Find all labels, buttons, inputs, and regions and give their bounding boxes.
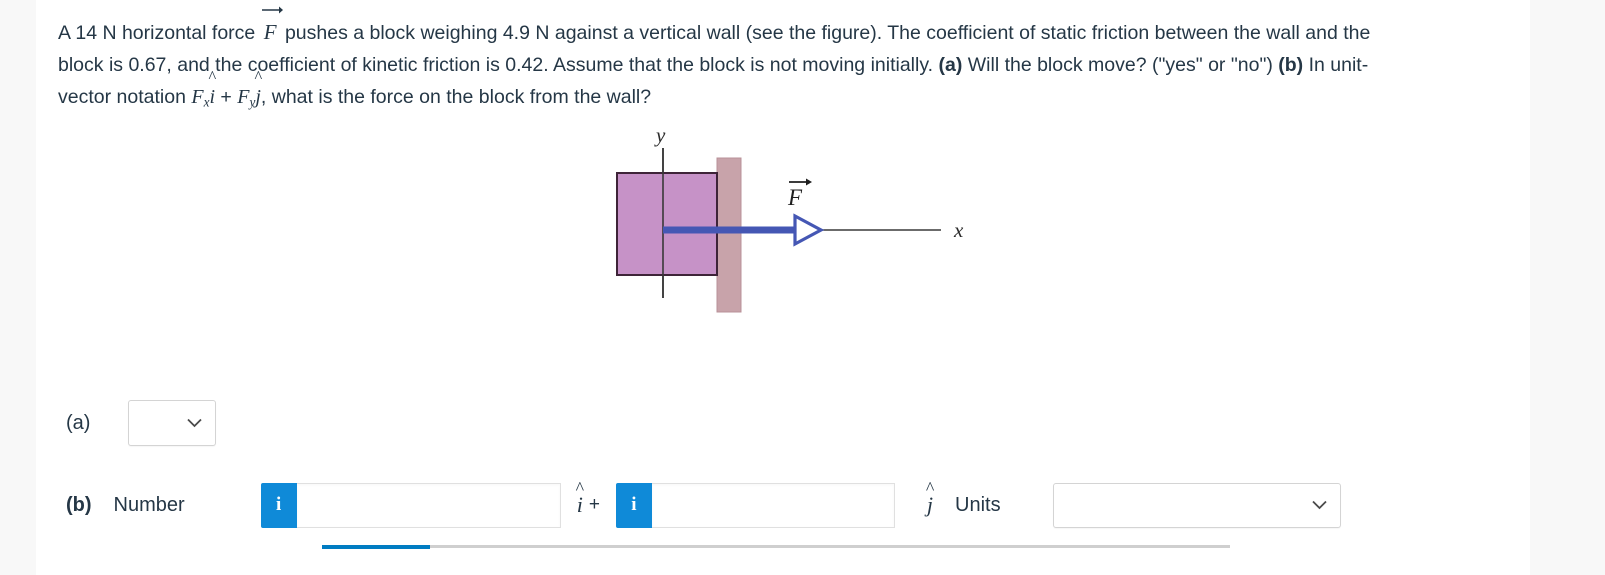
question-segment-3: Will the block move? ("yes" or "no")	[962, 54, 1279, 76]
figure-force-letter: F	[787, 185, 803, 210]
physics-figure: y x F	[596, 120, 996, 320]
units-select-wrapper[interactable]	[1052, 482, 1341, 528]
figure-svg: y x F	[616, 123, 964, 313]
force-vector-letter: F	[263, 20, 277, 44]
i-hat-symbol-2: ^ i	[576, 479, 584, 518]
vector-arrow-overbar	[261, 6, 283, 14]
y-axis-label: y	[654, 123, 666, 147]
question-segment-5: , what is the force on the block from th…	[260, 86, 652, 108]
fy-symbol: F	[237, 86, 250, 108]
force-arrow-head	[793, 213, 825, 247]
left-gutter	[0, 0, 36, 575]
focus-underline-accent	[322, 545, 430, 549]
wall-shape	[716, 157, 742, 313]
fx-symbol: F	[191, 86, 204, 108]
info-icon-y[interactable]: i	[615, 482, 652, 528]
question-segment-1: A 14 N horizontal force	[58, 22, 261, 44]
part-a-inline-label: (a)	[938, 54, 963, 76]
part-a-row: (a)	[66, 400, 217, 446]
part-b-row: (b) Number i ^ i + i ^ j Units	[66, 479, 1341, 530]
units-label: Units	[955, 493, 1001, 516]
part-a-select-wrapper[interactable]	[128, 400, 217, 446]
part-b-label: (b)	[66, 493, 92, 516]
content-pane: A 14 N horizontal force F pushes a block…	[36, 0, 1530, 575]
i-letter: i	[209, 86, 216, 108]
x-axis-label: x	[953, 218, 964, 242]
number-label: Number	[113, 493, 185, 516]
i-hat-separator: ^ i +	[576, 479, 600, 518]
y-component-input-group: i	[615, 482, 895, 528]
part-b-inline-label: (b)	[1278, 54, 1304, 76]
x-component-input-group: i	[260, 482, 561, 528]
hat-accent: ^	[575, 478, 585, 499]
j-hat-symbol-1: ^ j	[254, 68, 262, 113]
y-component-input[interactable]	[651, 482, 895, 528]
page-root: A 14 N horizontal force F pushes a block…	[0, 0, 1605, 575]
i-hat-symbol-1: ^ i	[209, 68, 217, 113]
part-a-label: (a)	[66, 411, 91, 434]
plus-operator: +	[215, 86, 238, 108]
j-letter: j	[255, 86, 261, 108]
question-text: A 14 N horizontal force F pushes a block…	[58, 6, 1408, 119]
force-vector-symbol: F	[261, 6, 283, 48]
figure-force-label: F	[787, 178, 812, 210]
x-component-input[interactable]	[296, 482, 561, 528]
hat-accent: ^	[925, 478, 935, 499]
block-shape	[616, 172, 718, 276]
plus-sign: +	[588, 494, 600, 515]
focus-underline-rest	[430, 545, 1230, 548]
info-icon-x[interactable]: i	[260, 482, 297, 528]
units-select[interactable]	[1052, 482, 1341, 528]
hat-accent: ^	[208, 67, 217, 87]
j-hat-symbol-2: ^ j	[926, 479, 934, 518]
right-gutter	[1530, 0, 1605, 575]
hat-accent: ^	[254, 67, 263, 87]
part-a-yes-no-select[interactable]	[128, 400, 217, 446]
j-hat-wrapper: ^ j	[926, 479, 934, 518]
